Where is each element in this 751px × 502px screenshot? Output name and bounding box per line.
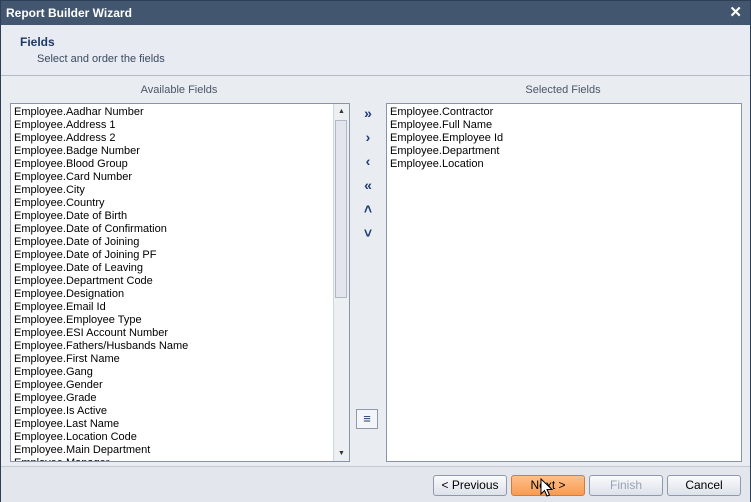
- sort-list-icon[interactable]: ≡: [356, 409, 378, 429]
- available-field-item[interactable]: Employee.Address 1: [11, 119, 333, 132]
- wizard-footer: < Previous Next > Finish Cancel: [1, 466, 750, 502]
- move-down-icon[interactable]: ˅: [358, 224, 378, 242]
- available-field-item[interactable]: Employee.ESI Account Number: [11, 327, 333, 340]
- available-field-item[interactable]: Employee.Email Id: [11, 301, 333, 314]
- finish-button[interactable]: Finish: [589, 475, 663, 496]
- available-field-item[interactable]: Employee.Department Code: [11, 275, 333, 288]
- available-field-item[interactable]: Employee.Date of Leaving: [11, 262, 333, 275]
- step-subtitle: Select and order the fields: [37, 53, 165, 65]
- selected-fields-label: Selected Fields: [525, 84, 601, 96]
- wizard-header: Fields Select and order the fields: [1, 25, 750, 76]
- available-items: Employee.Aadhar Number Employee.Address 1…: [11, 106, 333, 461]
- available-field-item[interactable]: Employee.Is Active: [11, 405, 333, 418]
- remove-field-icon[interactable]: ‹: [358, 152, 378, 170]
- close-icon[interactable]: ✕: [729, 3, 742, 21]
- title-bar: Report Builder Wizard ✕: [1, 1, 750, 25]
- available-field-item[interactable]: Employee.Date of Confirmation: [11, 223, 333, 236]
- available-field-item[interactable]: Employee.Last Name: [11, 418, 333, 431]
- move-up-icon[interactable]: ˄: [358, 200, 378, 218]
- selected-field-item[interactable]: Employee.Department: [387, 145, 503, 158]
- available-field-item[interactable]: Employee.Manager: [11, 457, 333, 461]
- available-field-item[interactable]: Employee.Employee Type: [11, 314, 333, 327]
- scroll-up-icon[interactable]: ▲: [335, 105, 348, 118]
- available-field-item[interactable]: Employee.Main Department: [11, 444, 333, 457]
- available-field-item[interactable]: Employee.First Name: [11, 353, 333, 366]
- fields-panel: Available Fields Selected Fields Employe…: [1, 76, 750, 466]
- available-field-item[interactable]: Employee.Date of Joining: [11, 236, 333, 249]
- selected-field-item[interactable]: Employee.Contractor: [387, 106, 503, 119]
- available-field-item[interactable]: Employee.Aadhar Number: [11, 106, 333, 119]
- window-title: Report Builder Wizard: [6, 6, 132, 20]
- available-field-item[interactable]: Employee.Gang: [11, 366, 333, 379]
- selected-field-item[interactable]: Employee.Employee Id: [387, 132, 503, 145]
- selected-fields-list[interactable]: Employee.Contractor Employee.Full Name Emp…: [386, 103, 742, 462]
- available-field-item[interactable]: Employee.Fathers/Husbands Name: [11, 340, 333, 353]
- selected-items: Employee.Contractor Employee.Full Name Emp…: [387, 106, 503, 171]
- remove-all-icon[interactable]: «: [358, 176, 378, 194]
- add-all-icon[interactable]: »: [358, 104, 378, 122]
- cancel-button[interactable]: Cancel: [667, 475, 741, 496]
- selected-field-item[interactable]: Employee.Full Name: [387, 119, 503, 132]
- available-field-item[interactable]: Employee.Grade: [11, 392, 333, 405]
- available-field-item[interactable]: Employee.Date of Birth: [11, 210, 333, 223]
- available-field-item[interactable]: Employee.Location Code: [11, 431, 333, 444]
- step-title: Fields: [20, 35, 55, 49]
- available-fields-list[interactable]: Employee.Aadhar Number Employee.Address 1…: [10, 103, 350, 462]
- available-field-item[interactable]: Employee.Blood Group: [11, 158, 333, 171]
- available-field-item[interactable]: Employee.City: [11, 184, 333, 197]
- available-field-item[interactable]: Employee.Address 2: [11, 132, 333, 145]
- available-scrollbar[interactable]: ▲ ▼: [333, 104, 349, 461]
- mouse-cursor-icon: [540, 478, 554, 497]
- available-field-item[interactable]: Employee.Designation: [11, 288, 333, 301]
- scroll-thumb[interactable]: [335, 120, 347, 298]
- add-field-icon[interactable]: ›: [358, 128, 378, 146]
- available-field-item[interactable]: Employee.Card Number: [11, 171, 333, 184]
- previous-button[interactable]: < Previous: [433, 475, 507, 496]
- report-builder-window: Report Builder Wizard ✕ Fields Select an…: [0, 0, 751, 502]
- scroll-down-icon[interactable]: ▼: [335, 447, 348, 460]
- available-field-item[interactable]: Employee.Country: [11, 197, 333, 210]
- available-fields-label: Available Fields: [140, 84, 218, 96]
- available-field-item[interactable]: Employee.Date of Joining PF: [11, 249, 333, 262]
- available-field-item[interactable]: Employee.Gender: [11, 379, 333, 392]
- available-field-item[interactable]: Employee.Badge Number: [11, 145, 333, 158]
- selected-field-item[interactable]: Employee.Location: [387, 158, 503, 171]
